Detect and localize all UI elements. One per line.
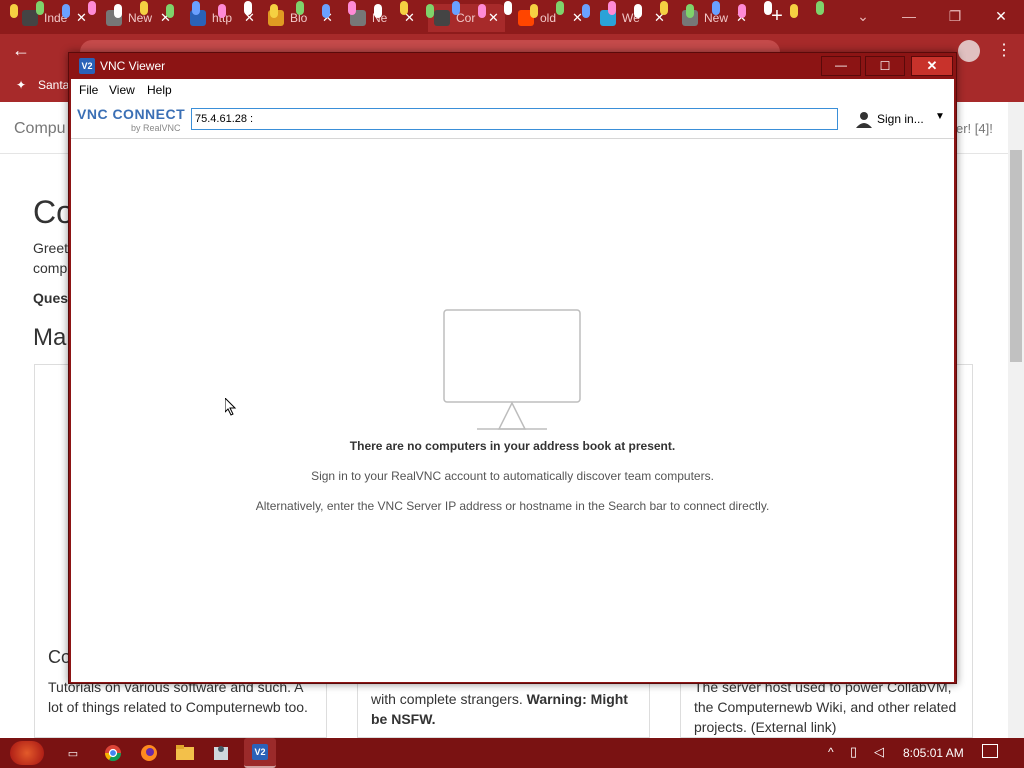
bookmark-santa[interactable]: Santa	[38, 78, 69, 92]
vnc-connect-logo: VNC CONNECT	[77, 106, 186, 122]
minimize-button[interactable]: —	[886, 0, 932, 32]
sign-in-button[interactable]: Sign in...	[877, 112, 924, 126]
vnc-viewer-window: V2 VNC Viewer — ☐ ✕ File View Help VNC C…	[68, 52, 957, 684]
scrollbar-thumb[interactable]	[1010, 150, 1022, 362]
greeting-text-1: Greet	[33, 240, 69, 256]
holiday-light-icon	[556, 1, 564, 15]
holiday-light-icon	[634, 4, 642, 18]
holiday-light-icon	[712, 1, 720, 15]
holiday-light-icon	[10, 4, 18, 18]
card-text-2: lot of things related to Computernewb to…	[48, 699, 308, 715]
vnc-search-row: VNC CONNECT by RealVNC Sign in... ▼	[71, 101, 954, 139]
empty-state-text-1: Sign in to your RealVNC account to autom…	[311, 469, 714, 483]
volume-icon[interactable]: ◁	[874, 744, 884, 760]
holiday-light-icon	[816, 1, 824, 15]
vnc-window-title: VNC Viewer	[100, 59, 166, 73]
warning-text-2: be NSFW.	[371, 711, 436, 727]
holiday-light-icon	[530, 4, 538, 18]
holiday-light-icon	[608, 1, 616, 15]
holiday-light-icon	[686, 4, 694, 18]
firefox-taskbar-icon[interactable]	[136, 741, 162, 765]
menu-help[interactable]: Help	[147, 83, 172, 97]
bookmark-icon: ✦	[16, 78, 27, 92]
holiday-light-icon	[296, 1, 304, 15]
card-text: with complete strangers. Warning: Might	[371, 691, 628, 707]
browser-tab[interactable]: Cor ✕	[428, 4, 505, 32]
holiday-light-icon	[738, 4, 746, 18]
holiday-light-icon	[478, 4, 486, 18]
empty-state-text-2: Alternatively, enter the VNC Server IP a…	[255, 499, 770, 513]
vnc-app-icon: V2	[79, 58, 95, 74]
vnc-minimize-button[interactable]: —	[821, 56, 861, 76]
clock[interactable]: 8:05:01 AM	[903, 746, 964, 760]
holiday-light-icon	[374, 4, 382, 18]
profile-avatar[interactable]	[958, 40, 980, 62]
vnc-close-button[interactable]: ✕	[911, 56, 953, 76]
empty-state-title: There are no computers in your address b…	[349, 439, 676, 453]
greeting-text-2: comp	[33, 260, 68, 276]
holiday-light-icon	[218, 4, 226, 18]
address-search-input[interactable]	[191, 108, 838, 130]
vnc-menu-bar: File View Help	[71, 79, 954, 101]
task-view-icon[interactable]: ▭	[60, 741, 86, 765]
holiday-light-icon	[348, 1, 356, 15]
close-button[interactable]: ✕	[978, 0, 1024, 32]
question-text: Ques	[33, 290, 69, 306]
holiday-light-icon	[270, 4, 278, 18]
chevron-down-icon[interactable]: ▼	[935, 111, 945, 122]
menu-view[interactable]: View	[109, 83, 135, 97]
holiday-light-icon	[452, 1, 460, 15]
holiday-light-icon	[504, 1, 512, 15]
vnc-title-bar[interactable]: V2 VNC Viewer — ☐ ✕	[69, 53, 956, 79]
holiday-light-icon	[764, 1, 772, 15]
site-title[interactable]: Compu	[14, 120, 66, 138]
card-text-3: projects. (External link)	[694, 719, 837, 735]
mouse-cursor-icon	[224, 396, 237, 416]
tab-close-icon[interactable]: ✕	[76, 10, 87, 26]
notifications-icon[interactable]	[982, 744, 998, 758]
menu-icon[interactable]: ⋮	[996, 40, 1012, 60]
holiday-light-icon	[400, 1, 408, 15]
app-taskbar-icon[interactable]	[208, 741, 234, 765]
holiday-light-icon	[166, 4, 174, 18]
section-heading: Ma	[33, 324, 67, 351]
taskbar: ▭ V2 ^ ▯ ◁ 8:05:01 AM	[0, 738, 1024, 768]
holiday-light-icon	[660, 1, 668, 15]
vnc-taskbar-icon[interactable]: V2	[244, 738, 276, 768]
vnc-maximize-button[interactable]: ☐	[865, 56, 905, 76]
realvnc-logo-caption: by RealVNC	[131, 123, 181, 133]
menu-file[interactable]: File	[79, 83, 98, 97]
start-button[interactable]	[10, 741, 44, 765]
back-arrow-icon[interactable]: ←	[12, 40, 30, 61]
maximize-button[interactable]: ❐	[932, 0, 978, 32]
holiday-light-icon	[62, 4, 70, 18]
holiday-light-icon	[582, 4, 590, 18]
vnc-content: File View Help VNC CONNECT by RealVNC Si…	[71, 79, 954, 682]
browser-tab-strip: Inde✕New✕http✕Blo✕Ne✕Cor✕old✕We✕New Ta✕ …	[0, 0, 1024, 34]
holiday-light-icon	[426, 4, 434, 18]
holiday-light-icon	[88, 1, 96, 15]
holiday-light-icon	[192, 1, 200, 15]
holiday-light-icon	[36, 1, 44, 15]
monitor-icon	[443, 309, 581, 430]
warning-text: Warning: Might	[526, 691, 628, 707]
browser-tab[interactable]: old ✕	[512, 4, 589, 32]
card-text-2: the Computernewb Wiki, and other related	[694, 699, 957, 715]
file-explorer-icon[interactable]	[172, 741, 198, 765]
holiday-light-icon	[322, 4, 330, 18]
holiday-light-icon	[790, 4, 798, 18]
browser-tab[interactable]: Inde ✕	[16, 4, 93, 32]
header-link[interactable]: er! [4]!	[956, 121, 993, 136]
holiday-light-icon	[140, 1, 148, 15]
chrome-taskbar-icon[interactable]	[100, 741, 126, 765]
tab-close-icon[interactable]: ✕	[488, 10, 499, 26]
tab-search-icon[interactable]: ⌄	[840, 0, 886, 32]
card-text-body: with complete strangers.	[371, 691, 523, 707]
network-icon[interactable]: ▯	[850, 744, 857, 760]
person-icon	[434, 10, 450, 26]
holiday-light-icon	[244, 1, 252, 15]
holiday-light-icon	[114, 4, 122, 18]
user-avatar-icon	[855, 110, 873, 128]
tray-chevron-icon[interactable]: ^	[828, 745, 834, 759]
